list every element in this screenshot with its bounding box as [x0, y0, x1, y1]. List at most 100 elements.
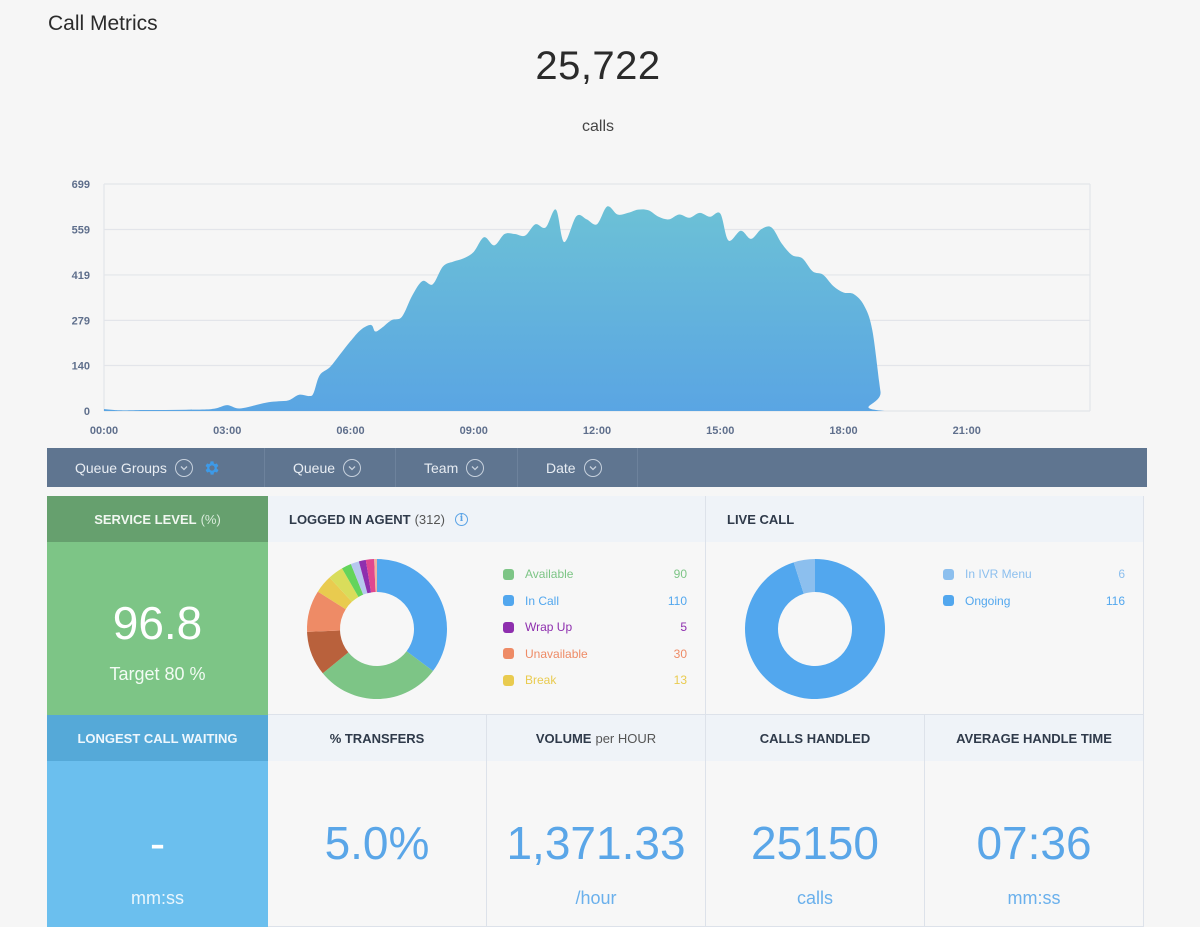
card-header: LIVE CALL: [706, 496, 1143, 542]
service-level-target: Target 80 %: [109, 664, 206, 684]
legend-item[interactable]: In Call 110: [503, 588, 687, 615]
transfers-card: % TRANSFERS 5.0%: [268, 715, 487, 927]
legend-value: 110: [667, 593, 687, 608]
legend-label: Available: [525, 567, 574, 582]
card-title-suffix: per HOUR: [595, 730, 657, 746]
gear-icon[interactable]: [203, 459, 221, 477]
filter-date[interactable]: Date: [518, 448, 638, 487]
card-title: % TRANSFERS: [329, 730, 425, 746]
x-tick-label: 03:00: [213, 425, 241, 437]
y-tick-label: 419: [72, 270, 90, 282]
y-tick-label: 279: [72, 315, 90, 327]
chevron-down-icon[interactable]: [583, 458, 602, 477]
agent-status-legend: Available 90 In Call 110 Wrap Up 5 Unava…: [503, 561, 687, 694]
info-icon[interactable]: i: [454, 512, 468, 526]
page-title: Call Metrics: [48, 12, 158, 35]
x-tick-label: 18:00: [829, 425, 857, 437]
metrics-grid: SERVICE LEVEL (%) 96.8 Target 80 % LOGGE…: [47, 496, 1144, 927]
card-title: LONGEST CALL WAITING: [77, 730, 238, 746]
live-call-card: LIVE CALL In IVR Menu 6 Ongoing 116: [706, 496, 1144, 715]
card-title-suffix: (%): [200, 511, 221, 527]
card-header: LOGGED IN AGENT (312) i: [268, 496, 705, 542]
legend-value: 90: [673, 567, 687, 582]
card-title: LOGGED IN AGENT: [289, 511, 411, 527]
legend-swatch: [503, 621, 514, 633]
legend-label: In IVR Menu: [965, 567, 1032, 582]
metric-value: -: [149, 817, 166, 869]
filter-queue-groups[interactable]: Queue Groups: [47, 448, 265, 487]
donut-slice-in-call[interactable]: [377, 559, 447, 672]
x-tick-label: 15:00: [706, 425, 734, 437]
chevron-down-icon[interactable]: [174, 458, 193, 477]
metric-value: 5.0%: [324, 817, 430, 869]
total-calls-unit: calls: [581, 118, 614, 135]
metric-unit: /hour: [575, 888, 617, 908]
legend-swatch: [943, 595, 954, 607]
card-title: SERVICE LEVEL: [94, 511, 197, 527]
legend-value: 5: [680, 620, 687, 635]
legend-item[interactable]: Wrap Up 5: [503, 614, 687, 641]
card-title: VOLUME: [535, 730, 592, 746]
volume-per-hour-card: VOLUME per HOUR 1,371.33 /hour: [487, 715, 706, 927]
filter-label: Queue: [293, 459, 336, 476]
agent-count: (312): [414, 511, 445, 527]
x-tick-label: 12:00: [583, 425, 611, 437]
y-tick-label: 140: [72, 361, 90, 373]
card-header: CALLS HANDLED: [706, 715, 924, 761]
legend-label: Break: [525, 673, 557, 688]
legend-swatch: [503, 648, 514, 660]
legend-swatch: [943, 568, 954, 580]
legend-label: Unavailable: [525, 646, 588, 661]
filter-bar: Queue Groups Queue Team Date: [47, 448, 1147, 487]
card-header: VOLUME per HOUR: [487, 715, 705, 761]
card-title: CALLS HANDLED: [759, 730, 871, 746]
legend-swatch: [503, 674, 514, 686]
card-header: LONGEST CALL WAITING: [47, 715, 268, 761]
legend-item[interactable]: Available 90: [503, 561, 687, 588]
legend-value: 116: [1105, 593, 1125, 608]
legend-swatch: [503, 568, 514, 580]
live-call-legend: In IVR Menu 6 Ongoing 116: [943, 561, 1125, 614]
calls-area-chart: 0 140 279 419 559 699 00:00 03:00 06:00 09:00 12:…: [72, 179, 1091, 437]
chevron-down-icon[interactable]: [343, 458, 362, 477]
legend-label: Ongoing: [965, 593, 1011, 608]
metric-unit: calls: [796, 888, 833, 908]
legend-label: Wrap Up: [525, 620, 573, 635]
legend-value: 13: [673, 673, 687, 688]
y-tick-label: 0: [84, 406, 90, 418]
x-tick-label: 21:00: [953, 425, 981, 437]
agent-status-donut: [307, 559, 447, 699]
y-tick-label: 559: [72, 224, 90, 236]
card-header: % TRANSFERS: [268, 715, 486, 761]
metric-unit: mm:ss: [131, 888, 184, 908]
longest-call-waiting-card: LONGEST CALL WAITING - mm:ss: [47, 715, 268, 927]
card-header: SERVICE LEVEL (%): [47, 496, 268, 542]
calls-handled-card: CALLS HANDLED 25150 calls: [706, 715, 925, 927]
total-calls-value: 25,722: [535, 44, 661, 88]
legend-label: In Call: [525, 593, 560, 608]
legend-item[interactable]: Ongoing 116: [943, 588, 1125, 615]
calls-area-series: [104, 206, 1090, 411]
filter-team[interactable]: Team: [396, 448, 518, 487]
x-tick-label: 06:00: [336, 425, 364, 437]
legend-item[interactable]: In IVR Menu 6: [943, 561, 1125, 588]
x-tick-label: 09:00: [460, 425, 488, 437]
legend-value: 30: [673, 646, 687, 661]
legend-item[interactable]: Unavailable 30: [503, 641, 687, 668]
service-level-value: 96.8: [112, 597, 203, 649]
filter-label: Date: [546, 459, 576, 476]
filter-label: Queue Groups: [75, 459, 167, 476]
metric-value: 07:36: [976, 817, 1092, 869]
average-handle-time-card: AVERAGE HANDLE TIME 07:36 mm:ss: [925, 715, 1144, 927]
y-tick-label: 699: [72, 179, 90, 191]
metric-value: 1,371.33: [506, 817, 686, 869]
metric-unit: mm:ss: [1007, 888, 1061, 908]
card-title: AVERAGE HANDLE TIME: [956, 730, 1112, 746]
filter-queue[interactable]: Queue: [265, 448, 396, 487]
legend-item[interactable]: Break 13: [503, 667, 687, 694]
legend-value: 6: [1118, 567, 1125, 582]
service-level-card: SERVICE LEVEL (%) 96.8 Target 80 %: [47, 496, 268, 715]
filter-label: Team: [424, 459, 459, 476]
chevron-down-icon[interactable]: [466, 458, 485, 477]
legend-swatch: [503, 595, 514, 607]
